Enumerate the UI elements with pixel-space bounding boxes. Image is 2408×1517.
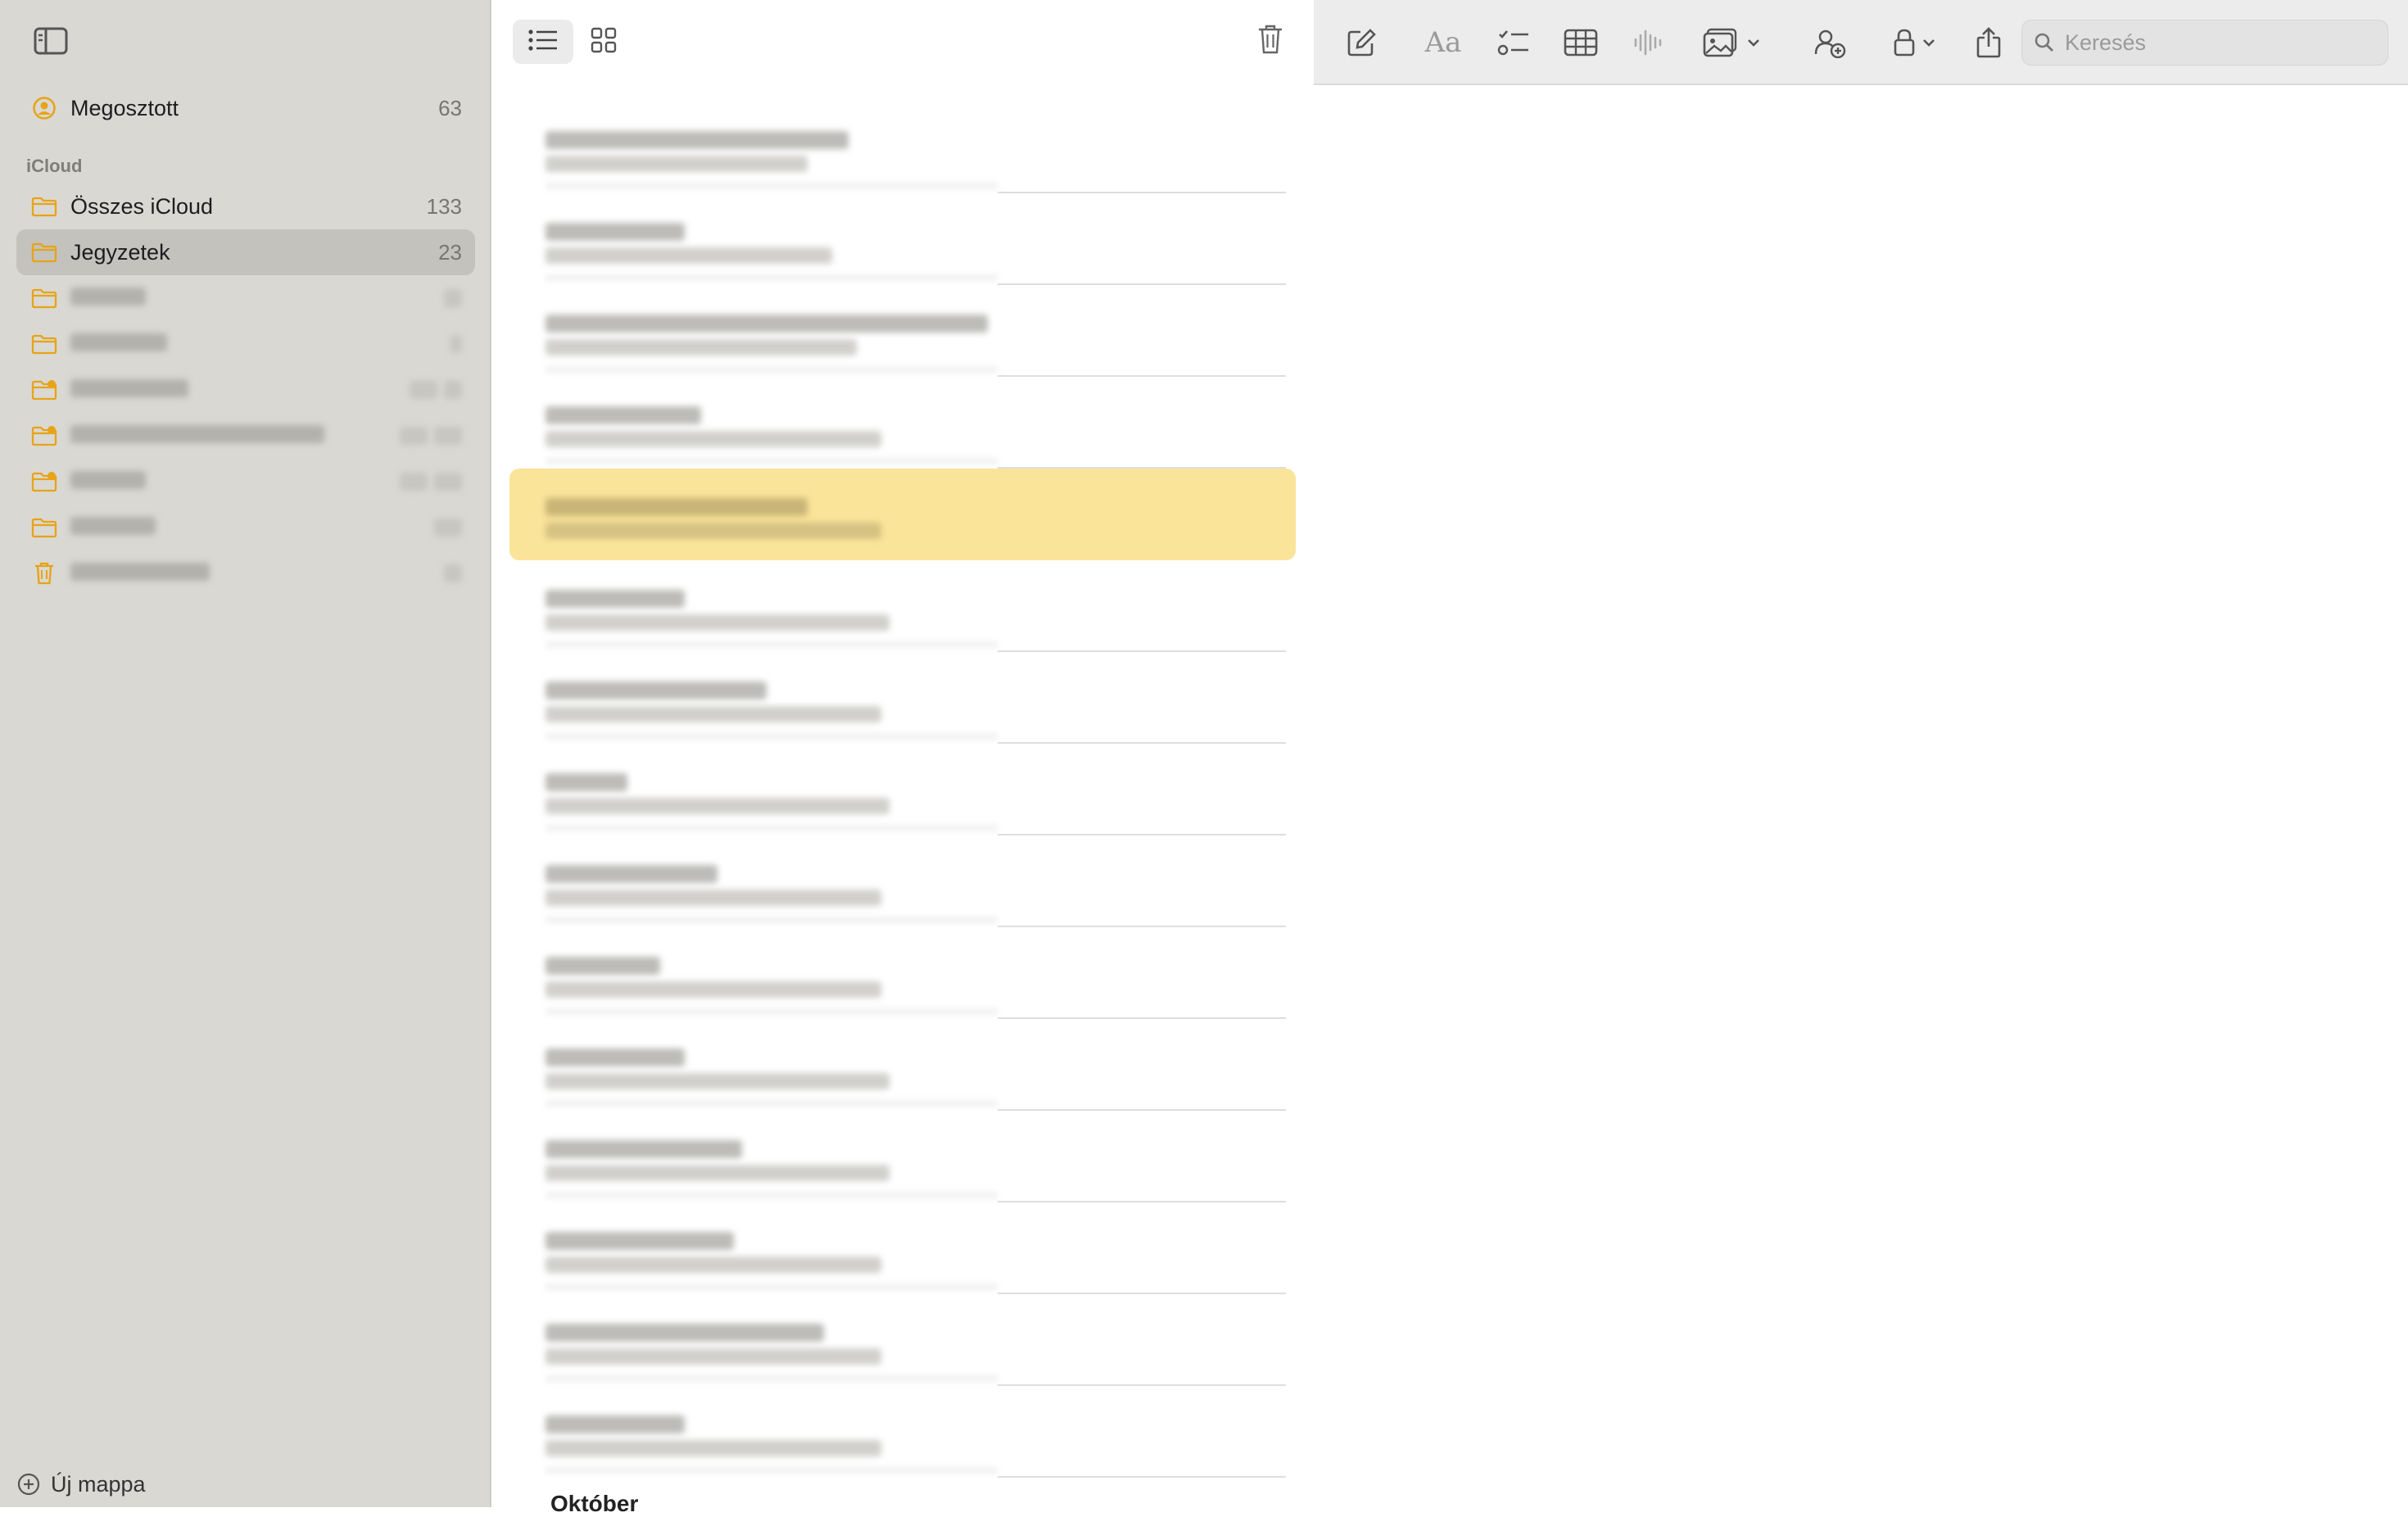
trash-icon bbox=[1257, 24, 1283, 59]
lock-button[interactable] bbox=[1884, 23, 1944, 62]
note-list-item[interactable] bbox=[509, 652, 1296, 744]
sidebar-item-count: 23 bbox=[438, 239, 462, 265]
gallery-view-icon bbox=[591, 27, 617, 57]
sidebar-section-icloud: iCloud bbox=[26, 156, 83, 176]
media-button[interactable] bbox=[1697, 23, 1766, 62]
folder-icon bbox=[29, 513, 59, 542]
list-view-icon bbox=[527, 28, 559, 57]
sidebar-item-label: Összes iCloud bbox=[70, 193, 214, 219]
note-list-item[interactable] bbox=[509, 285, 1296, 377]
folder-icon bbox=[29, 329, 59, 359]
note-list bbox=[493, 0, 1314, 1507]
compose-button[interactable] bbox=[1342, 23, 1381, 62]
audio-button[interactable] bbox=[1628, 23, 1668, 62]
sidebar-item-label: Megosztott bbox=[70, 95, 179, 120]
sidebar-item-folder-blurred[interactable] bbox=[16, 505, 475, 550]
compose-icon bbox=[1346, 27, 1377, 58]
gallery-view-button[interactable] bbox=[573, 20, 634, 64]
sidebar-item-shared[interactable]: Megosztott 63 bbox=[16, 85, 475, 131]
new-folder-label: Új mappa bbox=[51, 1471, 146, 1497]
checklist-icon bbox=[1497, 28, 1530, 57]
sidebar-item-label: Jegyzetek bbox=[70, 239, 170, 265]
search-field[interactable] bbox=[2021, 20, 2388, 66]
sidebar-item-all-icloud[interactable]: Összes iCloud 133 bbox=[16, 183, 475, 229]
sidebar-item-shared-folder-blurred[interactable] bbox=[16, 413, 475, 459]
sidebar-item-folder-blurred[interactable] bbox=[16, 321, 475, 367]
folder-icon bbox=[29, 283, 59, 313]
text-format-button[interactable]: Aa bbox=[1419, 23, 1468, 62]
sidebar-item-shared-folder-blurred[interactable] bbox=[16, 367, 475, 413]
note-group-heading: Október bbox=[550, 1491, 639, 1516]
folder-icon bbox=[29, 192, 59, 221]
sidebar: Megosztott 63 iCloud Összes iCloud 133 J… bbox=[0, 0, 491, 1507]
sidebar-toggle-icon[interactable] bbox=[33, 26, 69, 56]
search-input[interactable] bbox=[2063, 29, 2378, 57]
note-list-item[interactable] bbox=[509, 744, 1296, 835]
note-list-item[interactable] bbox=[509, 1111, 1296, 1202]
collaborate-button[interactable] bbox=[1810, 23, 1849, 62]
sidebar-item-recently-deleted-blurred[interactable] bbox=[16, 550, 475, 596]
chevron-down-icon bbox=[1747, 38, 1760, 48]
new-folder-button[interactable]: Új mappa bbox=[16, 1468, 146, 1501]
audio-waveform-icon bbox=[1633, 28, 1663, 57]
note-list-item[interactable] bbox=[509, 835, 1296, 927]
share-button[interactable] bbox=[1969, 23, 2008, 62]
share-icon bbox=[1976, 26, 2002, 59]
shared-folder-icon bbox=[29, 421, 59, 451]
note-list-item[interactable] bbox=[509, 102, 1296, 193]
table-icon bbox=[1564, 29, 1598, 57]
note-list-item[interactable] bbox=[509, 1019, 1296, 1111]
collaborate-icon bbox=[1813, 27, 1847, 58]
table-button[interactable] bbox=[1561, 23, 1600, 62]
delete-note-button[interactable] bbox=[1251, 21, 1290, 61]
chevron-down-icon bbox=[1922, 38, 1935, 48]
folder-icon bbox=[29, 238, 59, 267]
sidebar-item-folder-blurred[interactable] bbox=[16, 275, 475, 321]
trash-icon bbox=[29, 559, 59, 588]
text-format-icon: Aa bbox=[1424, 26, 1462, 59]
note-list-item[interactable] bbox=[509, 193, 1296, 285]
shared-folder-icon bbox=[29, 467, 59, 496]
sidebar-item-count: 63 bbox=[438, 95, 462, 120]
sidebar-item-shared-folder-blurred[interactable] bbox=[16, 459, 475, 505]
note-list-item[interactable] bbox=[509, 927, 1296, 1019]
sidebar-item-notes[interactable]: Jegyzetek 23 bbox=[16, 229, 475, 275]
note-list-item-selected[interactable] bbox=[509, 469, 1296, 560]
sidebar-item-count: 133 bbox=[426, 193, 462, 219]
note-list-item[interactable] bbox=[509, 560, 1296, 652]
shared-person-icon bbox=[29, 93, 59, 123]
shared-folder-icon bbox=[29, 375, 59, 405]
checklist-button[interactable] bbox=[1494, 23, 1533, 62]
note-list-item[interactable] bbox=[509, 377, 1296, 469]
note-list-item[interactable] bbox=[509, 1202, 1296, 1294]
note-list-item[interactable] bbox=[509, 1294, 1296, 1386]
toolbar: Aa bbox=[1314, 0, 2408, 85]
search-icon bbox=[2034, 32, 2055, 53]
note-list-item[interactable] bbox=[509, 1386, 1296, 1478]
lock-icon bbox=[1893, 28, 1916, 57]
list-view-button[interactable] bbox=[513, 20, 573, 64]
media-icon bbox=[1703, 28, 1740, 57]
add-circle-icon bbox=[16, 1472, 41, 1497]
note-editor[interactable]: Aa bbox=[1314, 0, 2408, 1507]
